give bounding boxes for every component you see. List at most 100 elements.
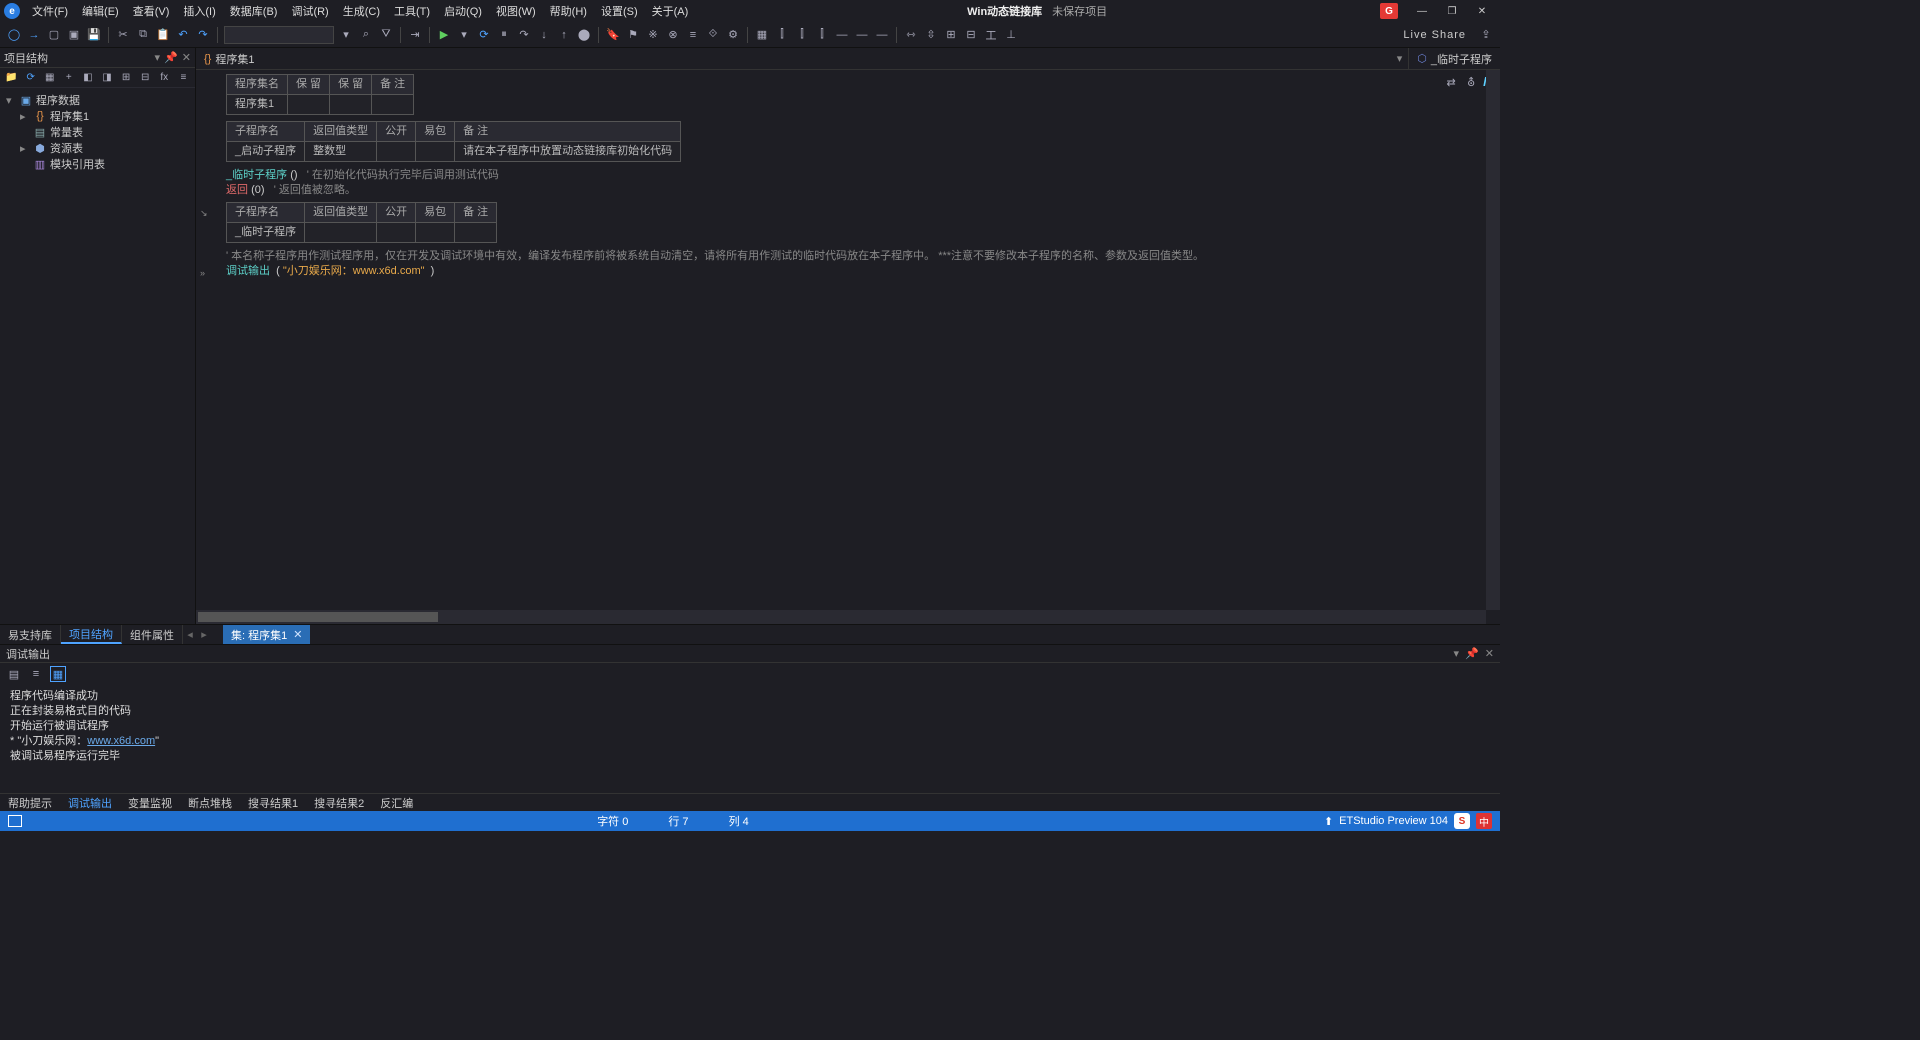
tab-dropdown-icon[interactable]: ▾	[1391, 52, 1409, 65]
output-link[interactable]: www.x6d.com	[87, 735, 155, 747]
dist3-icon[interactable]: ⊞	[943, 27, 959, 43]
nav-forward-icon[interactable]: →	[26, 27, 42, 43]
bookmark-icon[interactable]: 🔖	[605, 27, 621, 43]
status-icon[interactable]	[8, 815, 22, 827]
menu-view[interactable]: 查看(V)	[127, 1, 176, 21]
copy-icon[interactable]: ⧉	[135, 27, 151, 43]
t8-icon[interactable]: ⊟	[138, 70, 153, 86]
tree-assembly[interactable]: ▸ {} 程序集1	[2, 108, 193, 124]
btab-help[interactable]: 帮助提示	[0, 795, 60, 811]
minimize-button[interactable]: —	[1408, 2, 1436, 20]
filter-icon[interactable]: ⛛	[378, 27, 394, 43]
vscrollbar[interactable]	[1486, 70, 1500, 610]
cut-icon[interactable]: ✂	[115, 27, 131, 43]
tab-scroll-left-icon[interactable]: ◂	[183, 628, 197, 641]
panel-pin-icon[interactable]: 📌	[164, 51, 178, 64]
undo-icon[interactable]: ↶	[175, 27, 191, 43]
tree-resource[interactable]: ▸ ⬢ 资源表	[2, 140, 193, 156]
t6-icon[interactable]: ◨	[99, 70, 114, 86]
step-into-icon[interactable]: ↓	[536, 27, 552, 43]
ime-icon[interactable]: S	[1454, 813, 1470, 829]
panel-menu-icon[interactable]: ▾	[155, 51, 161, 64]
folder-icon[interactable]: 📁	[4, 70, 19, 86]
menu-help[interactable]: 帮助(H)	[544, 1, 593, 21]
refresh-icon[interactable]: ⟳	[23, 70, 38, 86]
step-over-icon[interactable]: ↷	[516, 27, 532, 43]
panel-close-icon[interactable]: ✕	[182, 51, 191, 64]
list-icon[interactable]: ≡	[28, 666, 44, 682]
btab-search1[interactable]: 搜寻结果1	[240, 795, 306, 811]
close-button[interactable]: ✕	[1468, 2, 1496, 20]
redo-icon[interactable]: ↷	[195, 27, 211, 43]
code-editor[interactable]: ⇄ ⛢ M ↘ » 程序集名保 留保 留备 注 程序集1 子程序名返回值类型公开…	[196, 70, 1500, 624]
align6-icon[interactable]: —	[854, 27, 870, 43]
t7-icon[interactable]: ⊞	[119, 70, 134, 86]
side-tab-props[interactable]: 组件属性	[122, 625, 183, 644]
menu-edit[interactable]: 编辑(E)	[76, 1, 125, 21]
btab-watch[interactable]: 变量监视	[120, 795, 180, 811]
menu-file[interactable]: 文件(F)	[26, 1, 74, 21]
panel-menu-icon[interactable]: ▾	[1454, 647, 1460, 660]
align1-icon[interactable]: ▦	[754, 27, 770, 43]
t10-icon[interactable]: ≡	[176, 70, 191, 86]
save-icon[interactable]: 💾	[86, 27, 102, 43]
props-icon[interactable]: ▦	[42, 70, 57, 86]
close-icon[interactable]: ✕	[293, 628, 302, 641]
editor-tab-right[interactable]: ⬡ _临时子程序	[1409, 48, 1500, 70]
expand-icon[interactable]: ▾	[6, 94, 16, 107]
refactor-icon[interactable]: ⟐	[705, 27, 721, 43]
side-tab-project[interactable]: 项目结构	[61, 625, 122, 644]
align5-icon[interactable]: —	[834, 27, 850, 43]
new-file-icon[interactable]: ▢	[46, 27, 62, 43]
find-icon[interactable]: ⌕	[358, 27, 374, 43]
menu-debug[interactable]: 调试(R)	[285, 1, 334, 21]
dist5-icon[interactable]: 工	[983, 27, 999, 43]
expand-icon[interactable]: ▸	[20, 110, 30, 123]
debug-output[interactable]: 程序代码编译成功 正在封装易格式目的代码 开始运行被调试程序 * "小刀娱乐网：…	[0, 685, 1500, 793]
t5-icon[interactable]: ◧	[80, 70, 95, 86]
menu-about[interactable]: 关于(A)	[646, 1, 695, 21]
menu-settings[interactable]: 设置(S)	[595, 1, 644, 21]
restart-icon[interactable]: ⟳	[476, 27, 492, 43]
share-icon[interactable]: ⇪	[1478, 27, 1494, 43]
btab-disasm[interactable]: 反汇编	[372, 795, 421, 811]
search-combo[interactable]	[224, 26, 334, 44]
align7-icon[interactable]: —	[874, 27, 890, 43]
menu-launch[interactable]: 启动(Q)	[438, 1, 488, 21]
comment-icon[interactable]: ※	[645, 27, 661, 43]
step-out-icon[interactable]: ↑	[556, 27, 572, 43]
dropdown-icon[interactable]: ▾	[338, 27, 354, 43]
t9-icon[interactable]: fx	[157, 70, 172, 86]
dist4-icon[interactable]: ⊟	[963, 27, 979, 43]
hscrollbar[interactable]	[196, 610, 1486, 624]
document-tab[interactable]: 集: 程序集1 ✕	[223, 625, 310, 644]
run-icon[interactable]: ▶	[436, 27, 452, 43]
ime-lang-icon[interactable]: 中	[1476, 813, 1492, 829]
tree-const[interactable]: ▤ 常量表	[2, 124, 193, 140]
gear-icon[interactable]: ⚙	[725, 27, 741, 43]
btab-debug[interactable]: 调试输出	[60, 795, 120, 811]
flag-icon[interactable]: ⚑	[625, 27, 641, 43]
side-tab-support[interactable]: 易支持库	[0, 625, 61, 644]
menu-insert[interactable]: 插入(I)	[177, 1, 221, 21]
upload-icon[interactable]: ⬆	[1324, 815, 1333, 828]
dist1-icon[interactable]: ⇿	[903, 27, 919, 43]
uncomment-icon[interactable]: ⊗	[665, 27, 681, 43]
clear-icon[interactable]: ▤	[6, 666, 22, 682]
maximize-button[interactable]: ❐	[1438, 2, 1466, 20]
menu-build[interactable]: 生成(C)	[337, 1, 386, 21]
add-icon[interactable]: +	[61, 70, 76, 86]
tree-root[interactable]: ▾ ▣ 程序数据	[2, 92, 193, 108]
tab-scroll-right-icon[interactable]: ▸	[197, 628, 211, 641]
open-file-icon[interactable]: ▣	[66, 27, 82, 43]
paste-icon[interactable]: 📋	[155, 27, 171, 43]
filter2-icon[interactable]: ⛢	[1463, 74, 1479, 90]
panel-pin-icon[interactable]: 📌	[1465, 647, 1479, 660]
btab-search2[interactable]: 搜寻结果2	[306, 795, 372, 811]
editor-tab-left[interactable]: {} 程序集1	[196, 48, 262, 70]
panel-close-icon[interactable]: ✕	[1485, 647, 1494, 660]
menu-database[interactable]: 数据库(B)	[224, 1, 284, 21]
expand-icon[interactable]: ▸	[20, 142, 30, 155]
align4-icon[interactable]: ⫿	[814, 27, 830, 43]
wrap-icon[interactable]: ⇄	[1443, 74, 1459, 90]
